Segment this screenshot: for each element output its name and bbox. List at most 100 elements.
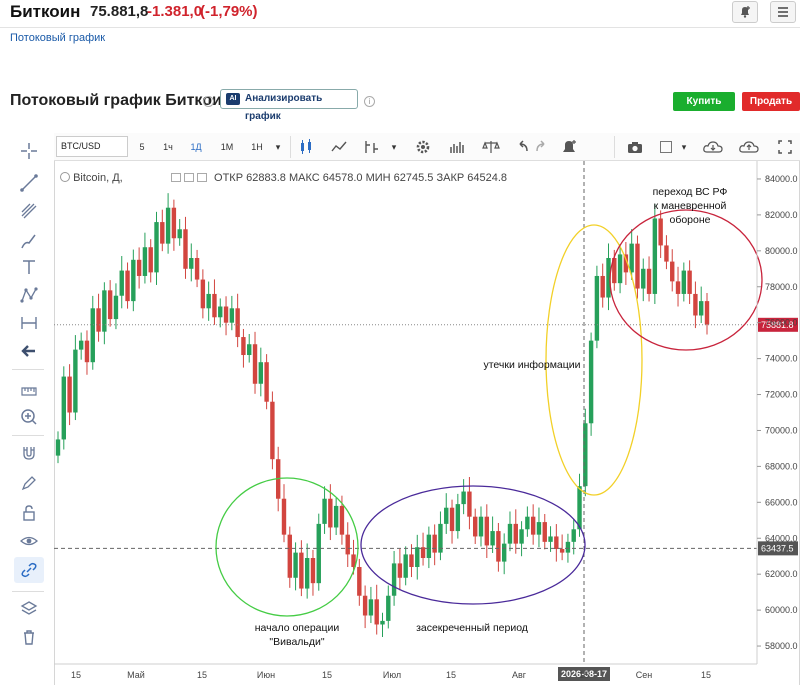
magnet-icon[interactable] (19, 443, 39, 463)
legend-hide-icon[interactable] (183, 173, 194, 182)
fullscreen-icon[interactable] (776, 137, 794, 157)
x-tick-label: 15 (197, 670, 207, 680)
link-icon[interactable] (19, 560, 39, 580)
interval-1m[interactable]: 1М (216, 137, 238, 157)
streaming-chart-link[interactable]: Потоковый график (10, 32, 105, 44)
menu-button[interactable] (770, 1, 796, 23)
ohlc-legend: Bitcoin, Д, ОТКР 62883.8 МАКС 64578.0 МИ… (60, 172, 507, 184)
candle-body (658, 218, 663, 246)
ruler-icon[interactable] (19, 379, 39, 399)
candle-body (73, 349, 78, 413)
cloud-download-icon[interactable] (702, 137, 724, 157)
color-dropdown[interactable]: ▾ (678, 137, 690, 157)
trash-icon[interactable] (19, 627, 39, 647)
undo-icon[interactable] (514, 137, 530, 157)
studies-icon[interactable] (448, 137, 466, 157)
candle-body (287, 534, 292, 578)
candle-body (252, 344, 258, 384)
candle-body (444, 507, 449, 524)
candle-body (415, 547, 420, 567)
info-icon[interactable]: i (203, 96, 214, 107)
candle-body (206, 293, 211, 309)
candles-icon[interactable] (298, 137, 314, 157)
candle-body (519, 529, 524, 544)
candle-body (513, 523, 518, 544)
interval-1h[interactable]: 1ч (158, 137, 178, 157)
candle-body (177, 229, 182, 239)
y-tick-label: 64000.0 (765, 533, 798, 543)
buy-button[interactable]: Купить (673, 92, 735, 111)
candle-body (148, 247, 153, 273)
info-icon-analyze[interactable]: i (364, 96, 375, 107)
lock-pencil-icon[interactable] (19, 473, 39, 493)
measure-tool-icon[interactable] (19, 313, 39, 333)
analyze-chart-label: Анализировать график (245, 93, 323, 122)
candle-body (693, 293, 698, 316)
legend-settings-icon[interactable] (170, 173, 181, 182)
x-tick-label: Июн (257, 670, 275, 680)
candle-body (473, 516, 478, 537)
candle-body (391, 563, 397, 596)
cloud-upload-icon[interactable] (738, 137, 760, 157)
fib-tool-icon[interactable] (19, 201, 39, 221)
camera-icon[interactable] (626, 137, 644, 157)
indicators-dropdown[interactable]: ▾ (388, 137, 400, 157)
legend-close-icon[interactable] (196, 173, 207, 182)
back-arrow-icon[interactable] (19, 341, 39, 361)
candle-body (84, 340, 90, 363)
x-tick-label: 15 (322, 670, 332, 680)
crosshair-icon[interactable] (19, 141, 39, 161)
candle-body (200, 279, 206, 309)
candle-body (322, 498, 327, 524)
compare-scale-icon[interactable] (482, 137, 500, 157)
candle-body (507, 523, 513, 544)
candle-body (548, 536, 553, 542)
interval-5[interactable]: 5 (134, 137, 150, 157)
x-tick-label: 15 (701, 670, 711, 680)
candle-body (536, 522, 542, 535)
layers-icon[interactable] (19, 599, 39, 619)
y-tick-label: 62000.0 (765, 569, 798, 579)
x-tick-label: 15 (71, 670, 81, 680)
x-tick-label: Сен (636, 670, 653, 680)
candle-body (670, 261, 675, 282)
candle-body (687, 270, 692, 294)
price-chart[interactable]: 75881.863437.52026-08-17 58000.060000.06… (54, 161, 800, 685)
interval-dropdown[interactable]: ▾ (272, 137, 284, 157)
candle-body (426, 534, 432, 559)
candle-body (664, 245, 669, 262)
candle-body (490, 531, 495, 546)
symbol-input[interactable]: BTC/USD (56, 136, 128, 157)
analyze-chart-button[interactable]: AI Анализировать график (220, 89, 358, 122)
brush-icon[interactable] (19, 231, 39, 251)
candle-body (467, 491, 472, 517)
bell-plus-button[interactable] (732, 1, 758, 23)
candle-body (380, 620, 385, 625)
legend-collapse-icon[interactable] (60, 172, 70, 182)
legend-open: 62883.8 (246, 172, 286, 184)
legend-instrument: Bitcoin, Д, (73, 172, 123, 184)
color-swatch-button[interactable] (656, 137, 676, 157)
pattern-tool-icon[interactable] (19, 285, 39, 305)
text-tool-icon[interactable] (19, 257, 39, 277)
color-swatch-icon (660, 141, 672, 153)
indicators-icon[interactable] (362, 137, 380, 157)
eye-icon[interactable] (19, 531, 39, 551)
alert-icon[interactable] (560, 137, 578, 157)
candle-body (432, 534, 437, 553)
interval-1d[interactable]: 1Д (186, 137, 206, 157)
gear-icon[interactable] (414, 137, 432, 157)
toolbar-sep (290, 136, 291, 158)
sell-button[interactable]: Продать (742, 92, 800, 111)
candle-body (136, 259, 142, 276)
line-chart-icon[interactable] (330, 137, 348, 157)
lock-icon[interactable] (19, 503, 39, 523)
candle-body (675, 281, 681, 294)
interval-1w[interactable]: 1Н (246, 137, 268, 157)
y-tick-label: 70000.0 (765, 425, 798, 435)
candle-body (588, 340, 594, 424)
redo-icon[interactable] (534, 137, 550, 157)
trend-line-icon[interactable] (19, 173, 39, 193)
zoom-in-icon[interactable] (19, 407, 39, 427)
x-tick-label: Авг (512, 670, 527, 680)
